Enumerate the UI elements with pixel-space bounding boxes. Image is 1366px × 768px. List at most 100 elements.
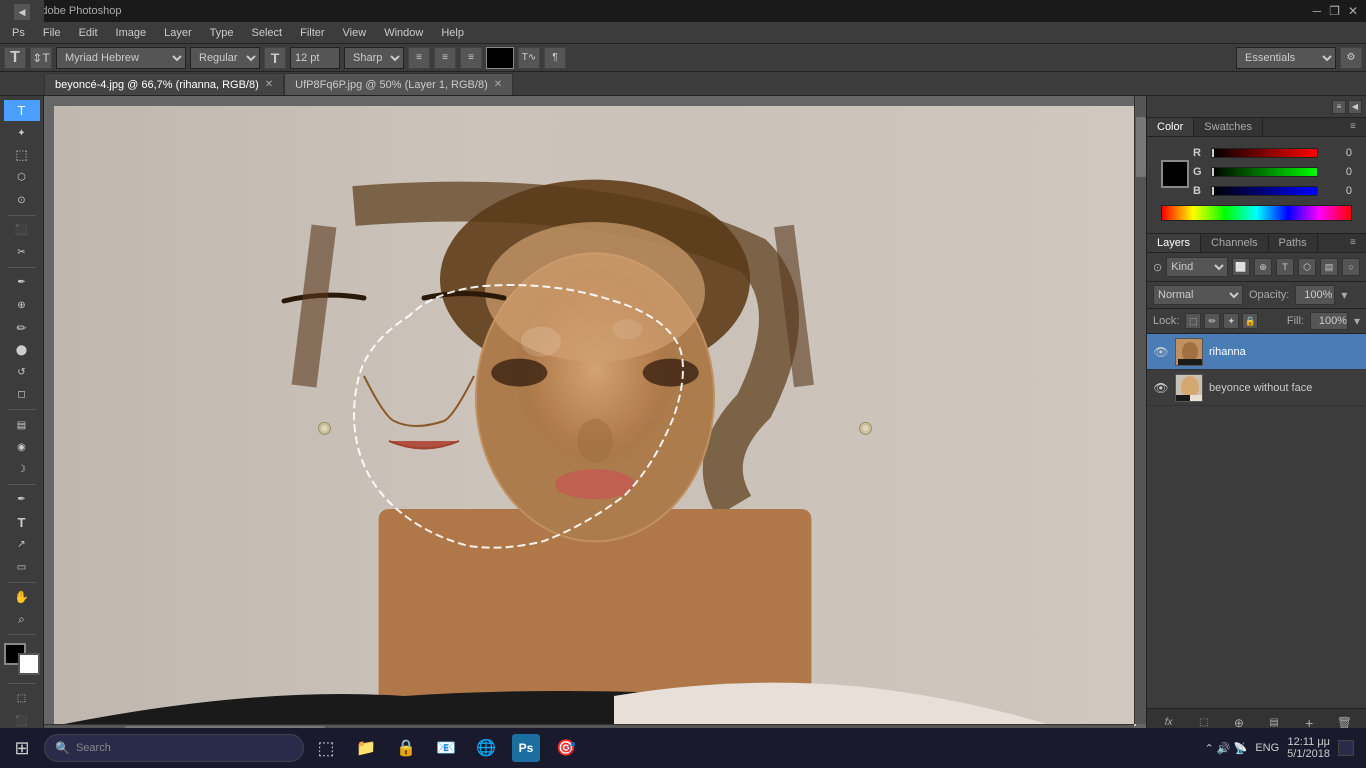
move-tool-btn[interactable]: ✦ <box>4 122 40 143</box>
lock-image[interactable]: ✏ <box>1204 313 1220 329</box>
anti-alias-select[interactable]: Sharp <box>344 47 404 69</box>
lock-all[interactable]: 🔒 <box>1242 313 1258 329</box>
align-right-icon[interactable]: ≡ <box>460 47 482 69</box>
other-app-btn[interactable]: 🎯 <box>548 730 584 766</box>
align-center-icon[interactable]: ≡ <box>434 47 456 69</box>
panel-collapse-btn[interactable]: ◀ <box>1348 100 1362 114</box>
restore-button[interactable]: ❐ <box>1329 4 1340 18</box>
eyedropper-btn[interactable]: ✒ <box>4 272 40 293</box>
lock-transparency[interactable]: ⬚ <box>1185 313 1201 329</box>
blend-mode-select[interactable]: Normal <box>1153 285 1243 305</box>
close-button[interactable]: ✕ <box>1348 4 1358 18</box>
menu-layer[interactable]: Layer <box>156 25 200 41</box>
filter-toggle[interactable]: ○ <box>1342 258 1360 276</box>
type-tool-icon[interactable]: T <box>4 47 26 69</box>
menu-file[interactable]: File <box>35 25 69 41</box>
layer-eye-beyonce[interactable]: 👁 <box>1153 380 1169 396</box>
taskbar-search[interactable]: 🔍 Search <box>44 734 304 762</box>
workspace-select[interactable]: Essentials <box>1236 47 1336 69</box>
task-view-btn[interactable]: ⬚ <box>308 730 344 766</box>
opacity-arrow[interactable]: ▾ <box>1341 288 1347 302</box>
filter-icon-3[interactable]: T <box>1276 258 1294 276</box>
canvas-scrollbar-vertical[interactable] <box>1134 96 1146 724</box>
menu-type[interactable]: Type <box>202 25 242 41</box>
hand-btn[interactable]: ✋ <box>4 587 40 608</box>
blue-slider[interactable] <box>1211 186 1318 196</box>
menu-filter[interactable]: Filter <box>292 25 332 41</box>
blur-btn[interactable]: ◉ <box>4 437 40 458</box>
font-size-input[interactable] <box>290 47 340 69</box>
mail-btn[interactable]: 📧 <box>428 730 464 766</box>
quick-mask-btn[interactable]: ⬚ <box>4 688 40 709</box>
marquee-tool-btn[interactable]: ⬚ <box>4 145 40 166</box>
lasso-tool-btn[interactable]: ⬡ <box>4 167 40 188</box>
menu-view[interactable]: View <box>335 25 375 41</box>
background-color[interactable] <box>18 653 40 675</box>
red-slider[interactable] <box>1211 148 1318 158</box>
menu-help[interactable]: Help <box>433 25 472 41</box>
menu-ps[interactable]: Ps <box>4 25 33 41</box>
menu-window[interactable]: Window <box>376 25 431 41</box>
panel-collapse-left[interactable]: ◀ <box>14 4 30 20</box>
minimize-button[interactable]: ─ <box>1313 4 1322 18</box>
tab-swatches[interactable]: Swatches <box>1194 118 1263 136</box>
stamp-btn[interactable]: ⬤ <box>4 339 40 360</box>
warp-text-icon[interactable]: T∿ <box>518 47 540 69</box>
tab-layers[interactable]: Layers <box>1147 234 1201 252</box>
menu-edit[interactable]: Edit <box>71 25 106 41</box>
path-select-btn[interactable]: ↗ <box>4 534 40 555</box>
green-slider[interactable] <box>1211 167 1318 177</box>
filter-icon-5[interactable]: ▤ <box>1320 258 1338 276</box>
text-color-swatch[interactable] <box>486 47 514 69</box>
text-btn[interactable]: T <box>4 512 40 533</box>
browser-btn[interactable]: 🌐 <box>468 730 504 766</box>
workspace-settings-icon[interactable]: ⚙ <box>1340 47 1362 69</box>
tab-ufp-close[interactable]: ✕ <box>494 79 502 90</box>
font-style-select[interactable]: Regular <box>190 47 260 69</box>
history-btn[interactable]: ↺ <box>4 362 40 383</box>
align-left-icon[interactable]: ≡ <box>408 47 430 69</box>
opacity-input[interactable] <box>1295 285 1335 305</box>
slice-tool-btn[interactable]: ✂ <box>4 242 40 263</box>
menu-select[interactable]: Select <box>244 25 291 41</box>
canvas-area[interactable] <box>44 96 1146 736</box>
start-button[interactable]: ⊞ <box>4 730 40 766</box>
dodge-btn[interactable]: ☽ <box>4 459 40 480</box>
tab-paths[interactable]: Paths <box>1269 234 1318 252</box>
gradient-btn[interactable]: ▤ <box>4 414 40 435</box>
pen-btn[interactable]: ✒ <box>4 489 40 510</box>
crop-tool-btn[interactable]: ⬛ <box>4 220 40 241</box>
v-scrollbar-thumb[interactable] <box>1136 117 1146 177</box>
filter-icon-4[interactable]: ⬡ <box>1298 258 1316 276</box>
tab-ufp[interactable]: UfP8Fq6P.jpg @ 50% (Layer 1, RGB/8) ✕ <box>284 73 513 95</box>
shape-btn[interactable]: ▭ <box>4 556 40 577</box>
panel-options-btn[interactable]: ≡ <box>1332 100 1346 114</box>
kind-select[interactable]: Kind <box>1166 257 1228 277</box>
filter-icon-1[interactable]: ⬜ <box>1232 258 1250 276</box>
healing-btn[interactable]: ⊕ <box>4 295 40 316</box>
fill-arrow[interactable]: ▾ <box>1354 314 1360 328</box>
quick-select-btn[interactable]: ⊙ <box>4 189 40 210</box>
lock-position[interactable]: ✦ <box>1223 313 1239 329</box>
menu-image[interactable]: Image <box>108 25 155 41</box>
zoom-btn[interactable]: ⌕ <box>4 609 40 630</box>
tab-channels[interactable]: Channels <box>1201 234 1268 252</box>
filter-icon-2[interactable]: ⊕ <box>1254 258 1272 276</box>
tab-color[interactable]: Color <box>1147 118 1194 136</box>
text-orientation-icon[interactable]: ⇕T <box>30 47 52 69</box>
tab-beyonce-close[interactable]: ✕ <box>265 79 273 90</box>
font-family-select[interactable]: Myriad Hebrew <box>56 47 186 69</box>
layers-panel-menu[interactable]: ≡ <box>1350 237 1362 249</box>
tab-beyonce[interactable]: beyoncé-4.jpg @ 66,7% (rihanna, RGB/8) ✕ <box>44 73 284 95</box>
notification-btn[interactable] <box>1338 740 1354 756</box>
layer-row-beyonce[interactable]: 👁 beyonce without face <box>1147 370 1366 406</box>
fg-color-box[interactable] <box>1161 160 1189 188</box>
explorer-btn[interactable]: 📁 <box>348 730 384 766</box>
layer-eye-rihanna[interactable]: 👁 <box>1153 344 1169 360</box>
color-panel-menu[interactable]: ≡ <box>1350 121 1362 133</box>
type-tool-btn[interactable]: T <box>4 100 40 121</box>
eraser-btn[interactable]: ◻ <box>4 384 40 405</box>
fill-input[interactable] <box>1310 312 1348 330</box>
ps-task-btn[interactable]: Ps <box>508 730 544 766</box>
character-palette-icon[interactable]: ¶ <box>544 47 566 69</box>
